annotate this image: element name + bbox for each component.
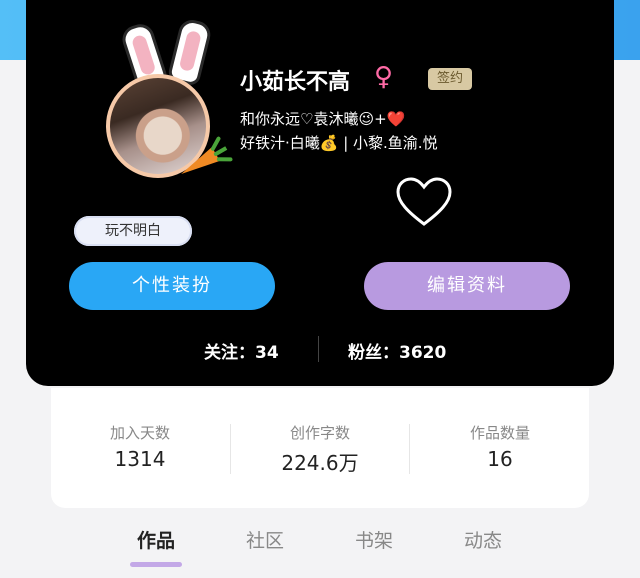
gender-female-icon: ♀ (374, 62, 394, 92)
profile-tabs: 作品 社区 书架 动态 (0, 520, 640, 578)
edit-profile-button[interactable]: 编辑资料 (364, 262, 570, 310)
word-count-value: 224.6万 (281, 451, 359, 475)
bio-line-1: 和你永远♡袁沐曦😉+❤️ (240, 110, 406, 128)
signed-badge: 签约 (428, 68, 472, 90)
creator-info-card: 加入天数 1314 创作字数 224.6万 作品数量 16 (51, 388, 589, 508)
avatar-frame[interactable] (82, 16, 242, 196)
active-tab-indicator (130, 562, 182, 567)
followers-count[interactable]: 粉丝：3620 (348, 338, 446, 363)
join-days-stat: 加入天数 1314 (65, 422, 215, 471)
profile-card: 玩不明白 小茹长不高 ♀ 签约 和你永远♡袁沐曦😉+❤️ 好铁汁·白曦💰 | 小… (26, 0, 614, 386)
works-count-label: 作品数量 (469, 424, 530, 442)
works-count-stat: 作品数量 16 (425, 422, 575, 471)
word-count-label: 创作字数 (289, 424, 350, 442)
profile-name: 小茹长不高 (240, 70, 351, 95)
outfit-button[interactable]: 个性装扮 (69, 262, 275, 310)
works-count-value: 16 (487, 447, 513, 471)
heart-outline-icon[interactable] (394, 176, 454, 228)
info-divider (409, 424, 410, 474)
info-divider (230, 424, 231, 474)
tab-activity[interactable]: 动态 (443, 526, 523, 553)
tab-works[interactable]: 作品 (116, 526, 196, 553)
tab-community[interactable]: 社区 (225, 526, 305, 553)
join-days-value: 1314 (114, 447, 166, 471)
bio-line-2: 好铁汁·白曦💰 | 小黎.鱼渝.悦 (240, 134, 438, 152)
tab-bookshelf[interactable]: 书架 (334, 526, 414, 553)
stats-divider (318, 336, 319, 362)
following-count[interactable]: 关注：34 (204, 338, 279, 363)
avatar-nickname-badge: 玩不明白 (74, 216, 192, 246)
join-days-label: 加入天数 (109, 424, 170, 442)
word-count-stat: 创作字数 224.6万 (245, 422, 395, 476)
